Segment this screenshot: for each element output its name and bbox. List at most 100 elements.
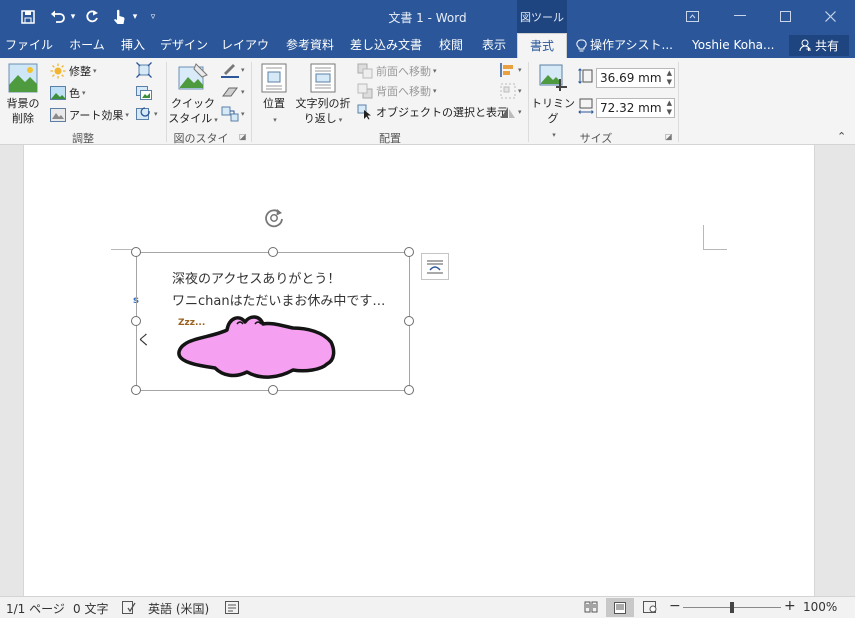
- height-icon: [578, 68, 594, 84]
- selection-pane-button[interactable]: オブジェクトの選択と表示: [357, 104, 508, 120]
- color-picture-icon: [50, 85, 66, 101]
- position-icon: [261, 63, 287, 93]
- collapse-ribbon-icon[interactable]: ⌃: [837, 130, 846, 143]
- width-input[interactable]: 72.32 mm ▲ ▼: [596, 98, 675, 118]
- quick-styles-icon: [178, 63, 208, 90]
- artistic-effects-button[interactable]: アート効果 ▾: [50, 107, 129, 123]
- word-count[interactable]: 0 文字: [73, 600, 108, 617]
- group-separator: [678, 62, 679, 142]
- picture-styles-launcher-icon[interactable]: ◪: [239, 132, 247, 141]
- macro-recording-icon[interactable]: [225, 601, 239, 617]
- crop-button[interactable]: トリミング ▾: [530, 60, 576, 139]
- tell-me-label: 操作アシスト...: [590, 38, 673, 52]
- align-icon[interactable]: ▾: [500, 62, 522, 78]
- read-mode-icon[interactable]: [584, 601, 598, 616]
- tab-home[interactable]: ホーム: [65, 33, 109, 58]
- print-layout-icon[interactable]: [606, 598, 634, 617]
- tell-me-box[interactable]: 操作アシスト...: [576, 33, 673, 58]
- resize-handle-bottom-right[interactable]: [404, 385, 414, 395]
- group-objects-icon[interactable]: ▾: [500, 83, 522, 99]
- tab-insert[interactable]: 挿入: [116, 33, 150, 58]
- document-page[interactable]: s く 深夜のアクセスありがとう！ ワニchanはただいまお休み中です… Zzz…: [23, 145, 815, 596]
- quick-styles-button[interactable]: クイック スタイル ▾: [168, 60, 218, 128]
- tab-references[interactable]: 参考資料: [281, 33, 339, 58]
- zoom-out-button[interactable]: −: [669, 598, 681, 614]
- tab-review[interactable]: 校閲: [433, 33, 469, 58]
- rotate-handle-icon[interactable]: [263, 207, 285, 229]
- size-group-label: サイズ: [579, 132, 613, 145]
- resize-handle-top-right[interactable]: [404, 247, 414, 257]
- share-button[interactable]: 共有: [789, 35, 849, 56]
- color-label: 色: [69, 87, 80, 100]
- zoom-in-button[interactable]: +: [784, 598, 796, 614]
- tab-design[interactable]: デザイン: [158, 33, 210, 58]
- customize-icon[interactable]: ▿: [143, 7, 163, 27]
- proofing-icon[interactable]: [122, 601, 136, 617]
- wrap-text-button[interactable]: 文字列の折 り返し ▾: [293, 60, 353, 128]
- tab-mailings[interactable]: 差し込み文書: [347, 33, 425, 58]
- layout-options-icon: [427, 260, 443, 273]
- resize-handle-bottom[interactable]: [268, 385, 278, 395]
- sleeping-crocodile-image: [177, 315, 336, 379]
- crop-mark: [703, 225, 704, 249]
- maximize-icon[interactable]: [771, 5, 799, 27]
- selection-pane-label: オブジェクトの選択と表示: [376, 106, 508, 119]
- artistic-effects-label: アート効果: [69, 109, 124, 122]
- zoom-level[interactable]: 100%: [803, 600, 837, 614]
- remove-background-label: 背景の 削除: [6, 97, 40, 125]
- wrap-text-label: 文字列の折 り返し ▾: [295, 97, 351, 125]
- tab-layout[interactable]: レイアウト: [216, 33, 274, 77]
- picture-border-icon[interactable]: ▾: [221, 62, 245, 78]
- undo-dropdown-icon[interactable]: ▾: [63, 7, 83, 27]
- selected-picture[interactable]: 深夜のアクセスありがとう！ ワニchanはただいまお休み中です… Zzz...: [131, 247, 414, 395]
- resize-handle-left[interactable]: [131, 316, 141, 326]
- send-backward-button[interactable]: 背面へ移動 ▾: [357, 83, 437, 99]
- artistic-effects-icon: [50, 107, 66, 123]
- close-icon[interactable]: [816, 5, 844, 27]
- color-button[interactable]: 色 ▾: [50, 85, 86, 101]
- remove-background-icon: [8, 63, 38, 93]
- resize-handle-right[interactable]: [404, 316, 414, 326]
- resize-handle-top[interactable]: [268, 247, 278, 257]
- zoom-slider[interactable]: [683, 602, 781, 613]
- tab-file[interactable]: ファイル: [5, 33, 53, 58]
- language[interactable]: 英語 (米国): [148, 600, 209, 617]
- height-spinner[interactable]: ▲ ▼: [667, 69, 672, 87]
- width-spinner[interactable]: ▲ ▼: [667, 99, 672, 117]
- ribbon: 背景の 削除 修整 ▾ 色 ▾ アート効果 ▾ ▾ 調整 クイック スタイル ▾ ▾ ▾ ▾…: [0, 58, 855, 161]
- ribbon-display-options-icon[interactable]: [678, 5, 706, 27]
- picture-layout-icon[interactable]: ▾: [221, 106, 245, 122]
- rotate-icon[interactable]: ▾: [500, 104, 522, 120]
- page-count[interactable]: 1/1 ページ: [6, 600, 65, 617]
- layout-options-button[interactable]: [421, 253, 449, 280]
- resize-handle-bottom-left[interactable]: [131, 385, 141, 395]
- redo-icon[interactable]: [82, 7, 102, 27]
- resize-handle-top-left[interactable]: [131, 247, 141, 257]
- crop-mark: [703, 249, 727, 250]
- compress-pictures-icon[interactable]: [136, 62, 152, 78]
- touch-mode-dropdown-icon[interactable]: ▾: [125, 7, 145, 27]
- tab-view[interactable]: 表示: [476, 33, 512, 58]
- remove-background-button[interactable]: 背景の 削除: [2, 60, 44, 128]
- quick-styles-label: クイック スタイル ▾: [168, 97, 218, 125]
- height-value: 36.69 mm: [600, 71, 662, 85]
- user-name[interactable]: Yoshie Koha...: [692, 33, 774, 58]
- reset-picture-icon[interactable]: ▾: [136, 106, 158, 122]
- change-picture-icon[interactable]: [136, 84, 152, 100]
- send-backward-label: 背面へ移動: [376, 85, 431, 98]
- selection-pane-icon: [357, 104, 373, 120]
- size-launcher-icon[interactable]: ◪: [665, 132, 673, 141]
- picture-text-line1: 深夜のアクセスありがとう！: [172, 272, 341, 287]
- height-input[interactable]: 36.69 mm ▲ ▼: [596, 68, 675, 88]
- picture-effects-icon[interactable]: ▾: [221, 84, 245, 100]
- web-layout-icon[interactable]: [643, 601, 657, 616]
- corrections-button[interactable]: 修整 ▾: [50, 63, 97, 79]
- zoom-slider-thumb[interactable]: [730, 602, 734, 613]
- position-button[interactable]: 位置 ▾: [255, 60, 293, 128]
- save-icon[interactable]: [18, 7, 38, 27]
- picture-text-line2: ワニchanはただいまお休み中です…: [172, 294, 386, 309]
- document-area[interactable]: s く 深夜のアクセスありがとう！ ワニchanはただいまお休み中です… Zzz…: [0, 145, 855, 596]
- tab-format[interactable]: 書式: [517, 33, 567, 58]
- bring-forward-button[interactable]: 前面へ移動 ▾: [357, 63, 437, 79]
- minimize-icon[interactable]: [726, 5, 754, 27]
